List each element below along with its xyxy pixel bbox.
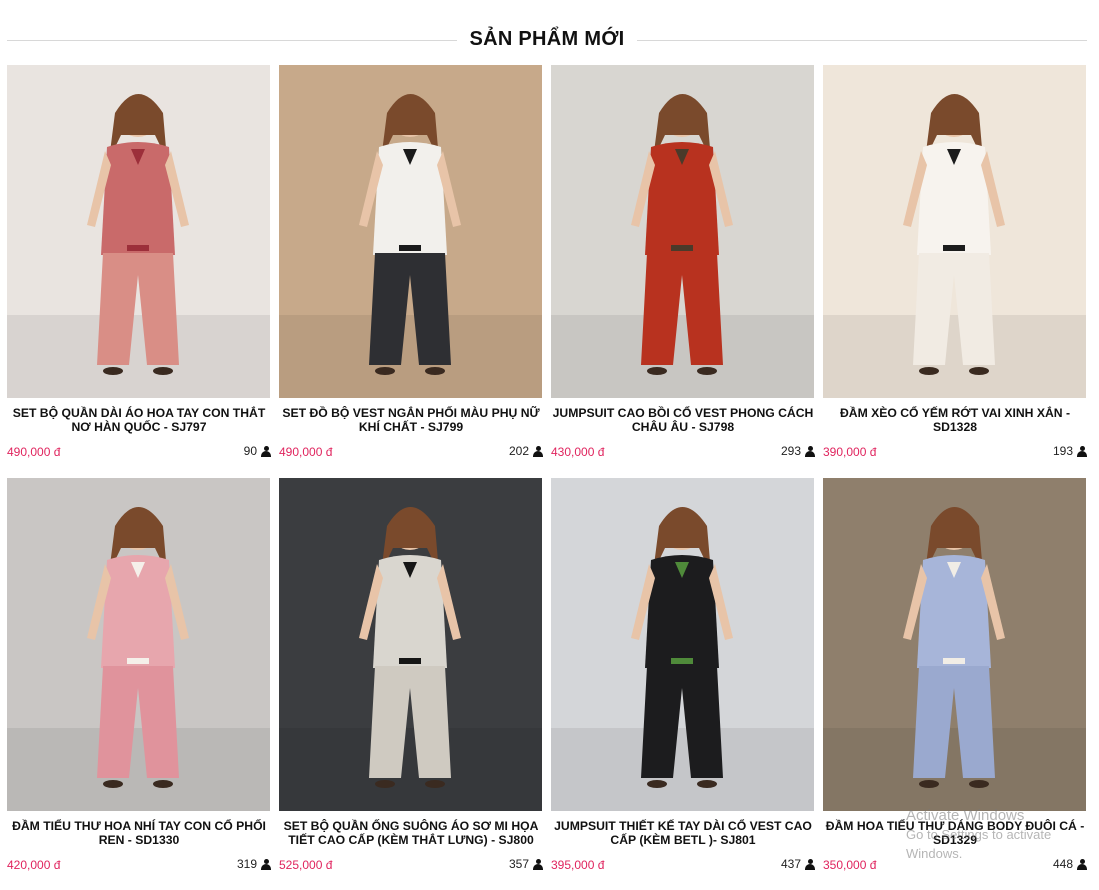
- user-icon: [261, 445, 271, 457]
- product-card[interactable]: SET BỘ QUẦN DÀI ÁO HOA TAY CON THẮT NƠ H…: [7, 65, 271, 459]
- user-icon: [261, 858, 271, 870]
- product-views: 357: [509, 857, 543, 871]
- product-image[interactable]: [7, 478, 270, 811]
- product-name[interactable]: ĐẦM TIỂU THƯ HOA NHÍ TAY CON CỔ PHỐI REN…: [7, 819, 271, 849]
- product-views: 90: [244, 444, 271, 458]
- product-image[interactable]: [279, 65, 542, 398]
- product-price: 430,000 đ: [551, 445, 605, 459]
- product-price: 420,000 đ: [7, 858, 61, 872]
- product-card[interactable]: SET BỘ QUẦN ỐNG SUÔNG ÁO SƠ MI HỌA TIẾT …: [279, 478, 543, 872]
- product-card[interactable]: SET ĐỒ BỘ VEST NGẮN PHỐI MÀU PHỤ NỮ KHÍ …: [279, 65, 543, 459]
- product-name[interactable]: SET ĐỒ BỘ VEST NGẮN PHỐI MÀU PHỤ NỮ KHÍ …: [279, 406, 543, 436]
- user-icon: [533, 858, 543, 870]
- view-count: 202: [508, 444, 529, 458]
- user-icon: [1077, 445, 1087, 457]
- divider-right: [637, 40, 1087, 41]
- product-price: 490,000 đ: [7, 445, 61, 459]
- product-views: 437: [781, 857, 815, 871]
- view-count: 319: [236, 857, 257, 871]
- user-icon: [805, 445, 815, 457]
- product-name[interactable]: JUMPSUIT THIẾT KẾ TAY DÀI CỔ VEST CAO CẤ…: [551, 819, 815, 849]
- product-name[interactable]: ĐẦM XÈO CỔ YẾM RỚT VAI XINH XẮN - SD1328: [823, 406, 1087, 436]
- view-count: 293: [780, 444, 801, 458]
- product-image[interactable]: [823, 478, 1086, 811]
- view-count: 357: [508, 857, 529, 871]
- view-count: 193: [1052, 444, 1073, 458]
- product-card[interactable]: ĐẦM TIỂU THƯ HOA NHÍ TAY CON CỔ PHỐI REN…: [7, 478, 271, 872]
- product-views: 202: [509, 444, 543, 458]
- product-views: 293: [781, 444, 815, 458]
- product-card[interactable]: ĐẦM HOA TIỂU THƯ DÁNG BODY ĐUÔI CÁ - SD1…: [823, 478, 1087, 872]
- view-count: 448: [1052, 857, 1073, 871]
- product-price: 525,000 đ: [279, 858, 333, 872]
- user-icon: [805, 858, 815, 870]
- product-image[interactable]: [7, 65, 270, 398]
- product-price: 490,000 đ: [279, 445, 333, 459]
- product-price: 395,000 đ: [551, 858, 605, 872]
- product-card[interactable]: JUMPSUIT THIẾT KẾ TAY DÀI CỔ VEST CAO CẤ…: [551, 478, 815, 872]
- product-views: 448: [1053, 857, 1087, 871]
- view-count: 90: [243, 444, 257, 458]
- product-name[interactable]: ĐẦM HOA TIỂU THƯ DÁNG BODY ĐUÔI CÁ - SD1…: [823, 819, 1087, 849]
- product-image[interactable]: [551, 65, 814, 398]
- product-price: 390,000 đ: [823, 445, 877, 459]
- product-name[interactable]: JUMPSUIT CAO BỒI CỔ VEST PHONG CÁCH CHÂU…: [551, 406, 815, 436]
- product-image[interactable]: [823, 65, 1086, 398]
- product-views: 193: [1053, 444, 1087, 458]
- product-price: 350,000 đ: [823, 858, 877, 872]
- product-card[interactable]: JUMPSUIT CAO BỒI CỔ VEST PHONG CÁCH CHÂU…: [551, 65, 815, 459]
- section-header: SẢN PHẨM MỚI: [7, 20, 1087, 60]
- product-image[interactable]: [551, 478, 814, 811]
- product-image[interactable]: [279, 478, 542, 811]
- product-views: 319: [237, 857, 271, 871]
- view-count: 437: [780, 857, 801, 871]
- divider-left: [7, 40, 457, 41]
- section-title: SẢN PHẨM MỚI: [469, 28, 625, 50]
- user-icon: [1077, 858, 1087, 870]
- product-card[interactable]: ĐẦM XÈO CỔ YẾM RỚT VAI XINH XẮN - SD1328…: [823, 65, 1087, 459]
- user-icon: [533, 445, 543, 457]
- product-name[interactable]: SET BỘ QUẦN DÀI ÁO HOA TAY CON THẮT NƠ H…: [7, 406, 271, 436]
- product-name[interactable]: SET BỘ QUẦN ỐNG SUÔNG ÁO SƠ MI HỌA TIẾT …: [279, 819, 543, 849]
